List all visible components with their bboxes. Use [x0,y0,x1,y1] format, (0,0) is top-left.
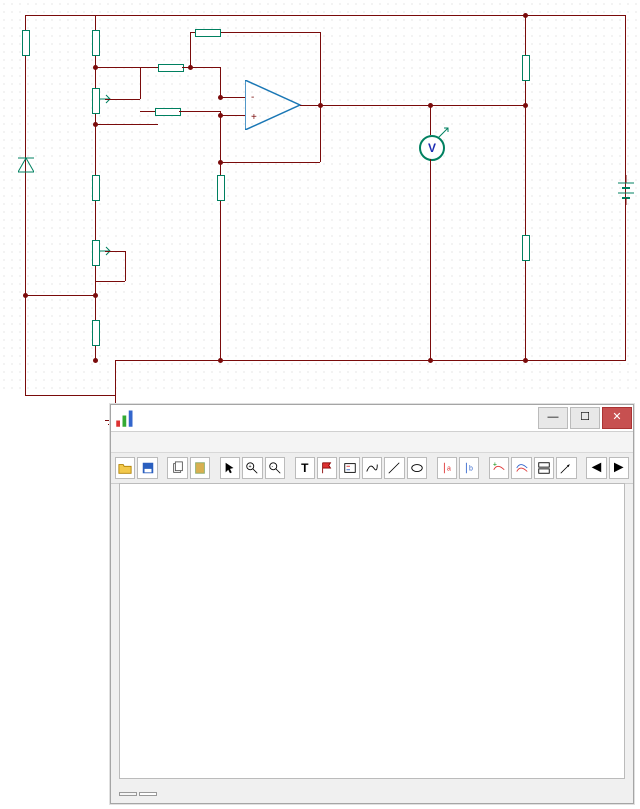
svg-text:b: b [469,466,473,473]
zoom-in-button[interactable]: + [242,457,262,479]
menu-process[interactable] [178,435,196,441]
text-button[interactable]: T [295,457,315,479]
close-button[interactable]: ✕ [602,407,632,429]
menubar [111,432,633,453]
resistor-r10 [522,235,530,261]
menu-view[interactable] [157,435,175,441]
resistor-r6 [158,64,184,72]
resistor-r4 [22,30,30,56]
curve-button[interactable] [362,457,382,479]
resistor-r7 [217,175,225,201]
paste-button[interactable] [190,457,210,479]
chart-window: — ☐ ✕ + - T a b + ◄ ► [110,404,634,804]
titlebar: — ☐ ✕ [111,405,633,432]
minimize-button[interactable]: — [538,407,568,429]
svg-text:+: + [493,461,497,468]
open-button[interactable] [115,457,135,479]
svg-text:-: - [271,464,273,470]
pointer-button[interactable] [220,457,240,479]
next-button[interactable]: ► [609,457,629,479]
prev-button[interactable]: ◄ [586,457,606,479]
series-lines [180,494,610,736]
cursor-a-button[interactable]: a [437,457,457,479]
pot-p2 [92,240,100,266]
zoom-out-button[interactable]: - [265,457,285,479]
app-icon [115,408,135,428]
opamp-u1: - + [245,80,305,135]
battery-v1 [616,175,636,210]
menu-edit[interactable] [136,435,154,441]
tab-temperature1[interactable] [119,792,137,796]
resistor-r3 [92,320,100,346]
resistor-r1 [92,30,100,56]
svg-text:+: + [249,464,252,470]
add-curve-button[interactable]: + [489,457,509,479]
plot-panel [119,483,625,779]
svg-text:-: - [251,92,254,103]
svg-text:a: a [447,466,451,473]
line-button[interactable] [384,457,404,479]
resistor-r5 [155,108,181,116]
cursor-b-button[interactable]: b [459,457,479,479]
chart-tabs [119,788,156,799]
multi-curve-button[interactable] [511,457,531,479]
stack-button[interactable] [534,457,554,479]
flag-button[interactable] [317,457,337,479]
plot-area[interactable] [180,494,610,736]
maximize-button[interactable]: ☐ [570,407,600,429]
tab-temperature4[interactable] [139,792,157,796]
pot-p1 [92,88,100,114]
copy-button[interactable] [167,457,187,479]
legend-button[interactable] [339,457,359,479]
toolbar: + - T a b + ◄ ► [111,453,633,484]
save-button[interactable] [137,457,157,479]
ellipse-button[interactable] [407,457,427,479]
resistor-r2 [92,175,100,201]
menu-help[interactable] [199,435,217,441]
menu-file[interactable] [115,435,133,441]
schematic-canvas: - + V [0,0,640,395]
resistor-r9 [522,55,530,81]
arrow-button[interactable] [556,457,576,479]
svg-text:+: + [251,112,257,123]
resistor-r8 [195,29,221,37]
diode-d1 [18,150,34,185]
